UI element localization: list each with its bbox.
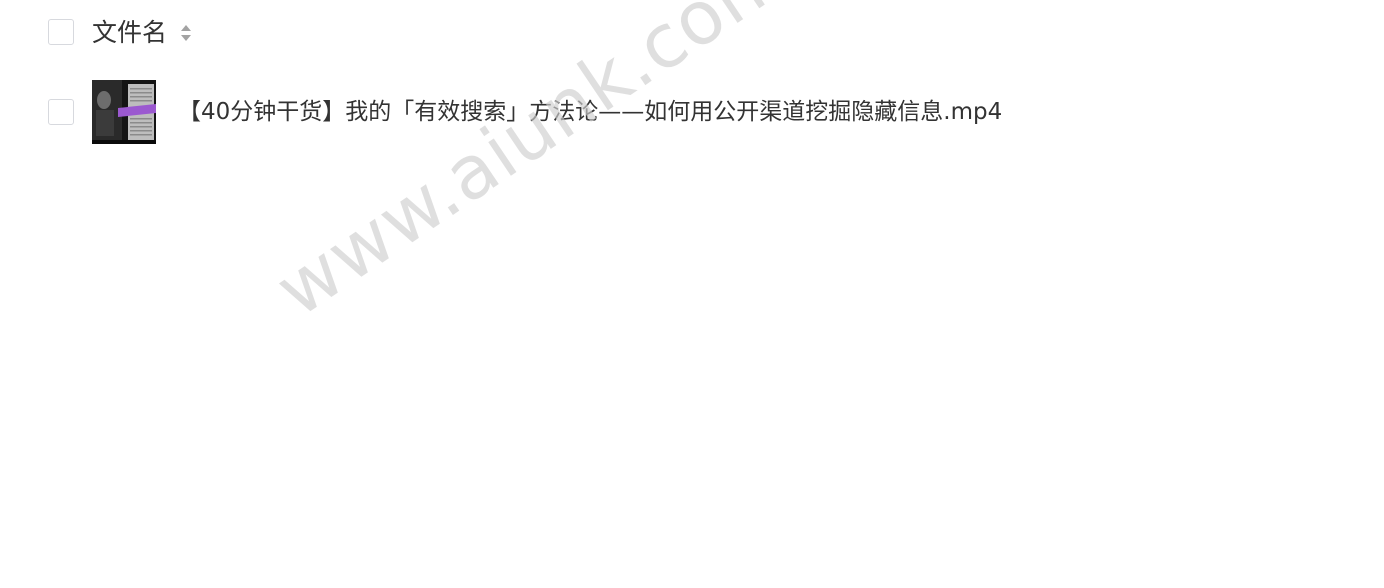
sort-caret-icon[interactable]	[179, 21, 193, 45]
select-all-checkbox[interactable]	[48, 19, 74, 45]
filename-column-header[interactable]: 文件名	[92, 18, 167, 48]
video-thumbnail[interactable]	[92, 80, 156, 144]
file-select-checkbox[interactable]	[48, 99, 74, 125]
file-name-link[interactable]: 【40分钟干货】我的「有效搜索」方法论——如何用公开渠道挖掘隐藏信息.mp4	[178, 97, 1002, 127]
thumbnail-image	[92, 80, 156, 144]
file-list-header: 文件名	[0, 12, 1384, 54]
file-row[interactable]: 【40分钟干货】我的「有效搜索」方法论——如何用公开渠道挖掘隐藏信息.mp4	[0, 80, 1384, 144]
file-list-page: 文件名 【40分钟干货】我的「有效搜索」方法论——如何用公开渠道挖掘隐藏信息.m…	[0, 0, 1384, 588]
